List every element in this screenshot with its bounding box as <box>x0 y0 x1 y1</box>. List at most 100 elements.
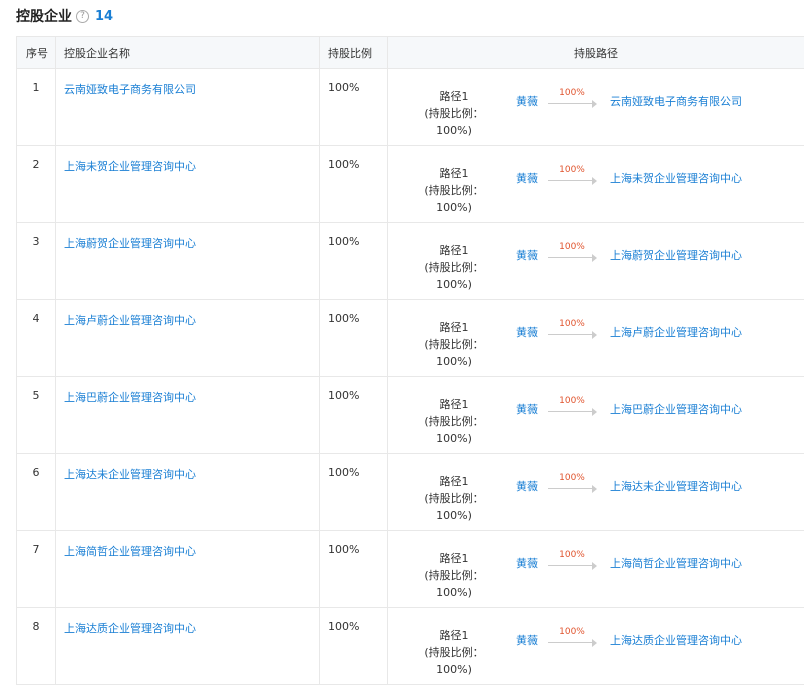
path-ratio: (持股比例：100%) <box>409 182 499 216</box>
row-company-link[interactable]: 云南娅致电子商务有限公司 <box>56 69 320 146</box>
path-name: 路径1 <box>409 242 499 259</box>
company-name-link[interactable]: 云南娅致电子商务有限公司 <box>64 83 196 96</box>
row-company-link[interactable]: 上海巴蔚企业管理咨询中心 <box>56 377 320 454</box>
row-company-link[interactable]: 上海达未企业管理咨询中心 <box>56 454 320 531</box>
arrow-icon: 100% <box>548 551 596 565</box>
person-link[interactable]: 黄薇 <box>516 93 538 109</box>
table-row: 3 上海蔚贺企业管理咨询中心 100% 路径1 (持股比例：100%) 黄薇 1… <box>17 223 804 300</box>
arrow-percent: 100% <box>548 165 596 175</box>
arrow-percent: 100% <box>548 550 596 560</box>
row-index: 7 <box>17 531 56 608</box>
row-path: 路径1 (持股比例：100%) 黄薇 100% 上海达未企业管理咨询中心 <box>388 454 804 531</box>
person-link[interactable]: 黄薇 <box>516 247 538 263</box>
target-company-link[interactable]: 上海卢蔚企业管理咨询中心 <box>610 324 742 340</box>
row-ratio: 100% <box>320 454 388 531</box>
person-link[interactable]: 黄薇 <box>516 170 538 186</box>
row-index: 2 <box>17 146 56 223</box>
col-path: 持股路径 <box>388 37 804 69</box>
row-ratio: 100% <box>320 146 388 223</box>
person-link[interactable]: 黄薇 <box>516 478 538 494</box>
company-name-link[interactable]: 上海卢蔚企业管理咨询中心 <box>64 314 196 327</box>
row-ratio: 100% <box>320 608 388 685</box>
path-label: 路径1 (持股比例：100%) <box>409 165 499 216</box>
arrow-icon: 100% <box>548 89 596 103</box>
company-name-link[interactable]: 上海巴蔚企业管理咨询中心 <box>64 391 196 404</box>
path-label: 路径1 (持股比例：100%) <box>409 88 499 139</box>
row-index: 1 <box>17 69 56 146</box>
row-path: 路径1 (持股比例：100%) 黄薇 100% 上海巴蔚企业管理咨询中心 <box>388 377 804 454</box>
arrow-icon: 100% <box>548 474 596 488</box>
target-company-link[interactable]: 上海巴蔚企业管理咨询中心 <box>610 401 742 417</box>
path-ratio: (持股比例：100%) <box>409 644 499 678</box>
arrow-icon: 100% <box>548 397 596 411</box>
target-company-link[interactable]: 云南娅致电子商务有限公司 <box>610 93 742 109</box>
arrow-icon: 100% <box>548 166 596 180</box>
row-company-link[interactable]: 上海未贺企业管理咨询中心 <box>56 146 320 223</box>
row-path: 路径1 (持股比例：100%) 黄薇 100% 云南娅致电子商务有限公司 <box>388 69 804 146</box>
col-name: 控股企业名称 <box>56 37 320 69</box>
path-ratio: (持股比例：100%) <box>409 105 499 139</box>
row-company-link[interactable]: 上海简哲企业管理咨询中心 <box>56 531 320 608</box>
row-path: 路径1 (持股比例：100%) 黄薇 100% 上海未贺企业管理咨询中心 <box>388 146 804 223</box>
row-index: 3 <box>17 223 56 300</box>
company-name-link[interactable]: 上海达质企业管理咨询中心 <box>64 622 196 635</box>
table-row: 5 上海巴蔚企业管理咨询中心 100% 路径1 (持股比例：100%) 黄薇 1… <box>17 377 804 454</box>
company-name-link[interactable]: 上海蔚贺企业管理咨询中心 <box>64 237 196 250</box>
company-name-link[interactable]: 上海简哲企业管理咨询中心 <box>64 545 196 558</box>
path-name: 路径1 <box>409 319 499 336</box>
path-ratio: (持股比例：100%) <box>409 336 499 370</box>
row-ratio: 100% <box>320 69 388 146</box>
company-name-link[interactable]: 上海达未企业管理咨询中心 <box>64 468 196 481</box>
row-company-link[interactable]: 上海达质企业管理咨询中心 <box>56 608 320 685</box>
table-row: 4 上海卢蔚企业管理咨询中心 100% 路径1 (持股比例：100%) 黄薇 1… <box>17 300 804 377</box>
person-link[interactable]: 黄薇 <box>516 632 538 648</box>
person-link[interactable]: 黄薇 <box>516 401 538 417</box>
arrow-percent: 100% <box>548 396 596 406</box>
path-label: 路径1 (持股比例：100%) <box>409 396 499 447</box>
path-ratio: (持股比例：100%) <box>409 490 499 524</box>
path-label: 路径1 (持股比例：100%) <box>409 319 499 370</box>
path-name: 路径1 <box>409 627 499 644</box>
path-name: 路径1 <box>409 473 499 490</box>
arrow-percent: 100% <box>548 473 596 483</box>
arrow-percent: 100% <box>548 88 596 98</box>
row-index: 8 <box>17 608 56 685</box>
arrow-percent: 100% <box>548 242 596 252</box>
section-header: 控股企业 ? 14 <box>16 6 113 26</box>
table-row: 1 云南娅致电子商务有限公司 100% 路径1 (持股比例：100%) 黄薇 1… <box>17 69 804 146</box>
help-icon[interactable]: ? <box>76 10 89 23</box>
arrow-icon: 100% <box>548 628 596 642</box>
row-path: 路径1 (持股比例：100%) 黄薇 100% 上海蔚贺企业管理咨询中心 <box>388 223 804 300</box>
row-ratio: 100% <box>320 531 388 608</box>
row-company-link[interactable]: 上海卢蔚企业管理咨询中心 <box>56 300 320 377</box>
path-label: 路径1 (持股比例：100%) <box>409 627 499 678</box>
path-label: 路径1 (持股比例：100%) <box>409 550 499 601</box>
row-ratio: 100% <box>320 223 388 300</box>
company-count: 14 <box>95 9 113 24</box>
row-index: 4 <box>17 300 56 377</box>
target-company-link[interactable]: 上海未贺企业管理咨询中心 <box>610 170 742 186</box>
person-link[interactable]: 黄薇 <box>516 555 538 571</box>
arrow-icon: 100% <box>548 320 596 334</box>
section-title: 控股企业 <box>16 6 72 26</box>
table-row: 6 上海达未企业管理咨询中心 100% 路径1 (持股比例：100%) 黄薇 1… <box>17 454 804 531</box>
row-path: 路径1 (持股比例：100%) 黄薇 100% 上海卢蔚企业管理咨询中心 <box>388 300 804 377</box>
target-company-link[interactable]: 上海简哲企业管理咨询中心 <box>610 555 742 571</box>
row-path: 路径1 (持股比例：100%) 黄薇 100% 上海达质企业管理咨询中心 <box>388 608 804 685</box>
path-ratio: (持股比例：100%) <box>409 259 499 293</box>
row-ratio: 100% <box>320 377 388 454</box>
person-link[interactable]: 黄薇 <box>516 324 538 340</box>
table-row: 8 上海达质企业管理咨询中心 100% 路径1 (持股比例：100%) 黄薇 1… <box>17 608 804 685</box>
table-header-row: 序号 控股企业名称 持股比例 持股路径 <box>17 37 804 69</box>
row-company-link[interactable]: 上海蔚贺企业管理咨询中心 <box>56 223 320 300</box>
path-name: 路径1 <box>409 396 499 413</box>
table-row: 7 上海简哲企业管理咨询中心 100% 路径1 (持股比例：100%) 黄薇 1… <box>17 531 804 608</box>
target-company-link[interactable]: 上海蔚贺企业管理咨询中心 <box>610 247 742 263</box>
row-index: 5 <box>17 377 56 454</box>
target-company-link[interactable]: 上海达未企业管理咨询中心 <box>610 478 742 494</box>
company-name-link[interactable]: 上海未贺企业管理咨询中心 <box>64 160 196 173</box>
target-company-link[interactable]: 上海达质企业管理咨询中心 <box>610 632 742 648</box>
path-ratio: (持股比例：100%) <box>409 567 499 601</box>
arrow-icon: 100% <box>548 243 596 257</box>
path-name: 路径1 <box>409 165 499 182</box>
